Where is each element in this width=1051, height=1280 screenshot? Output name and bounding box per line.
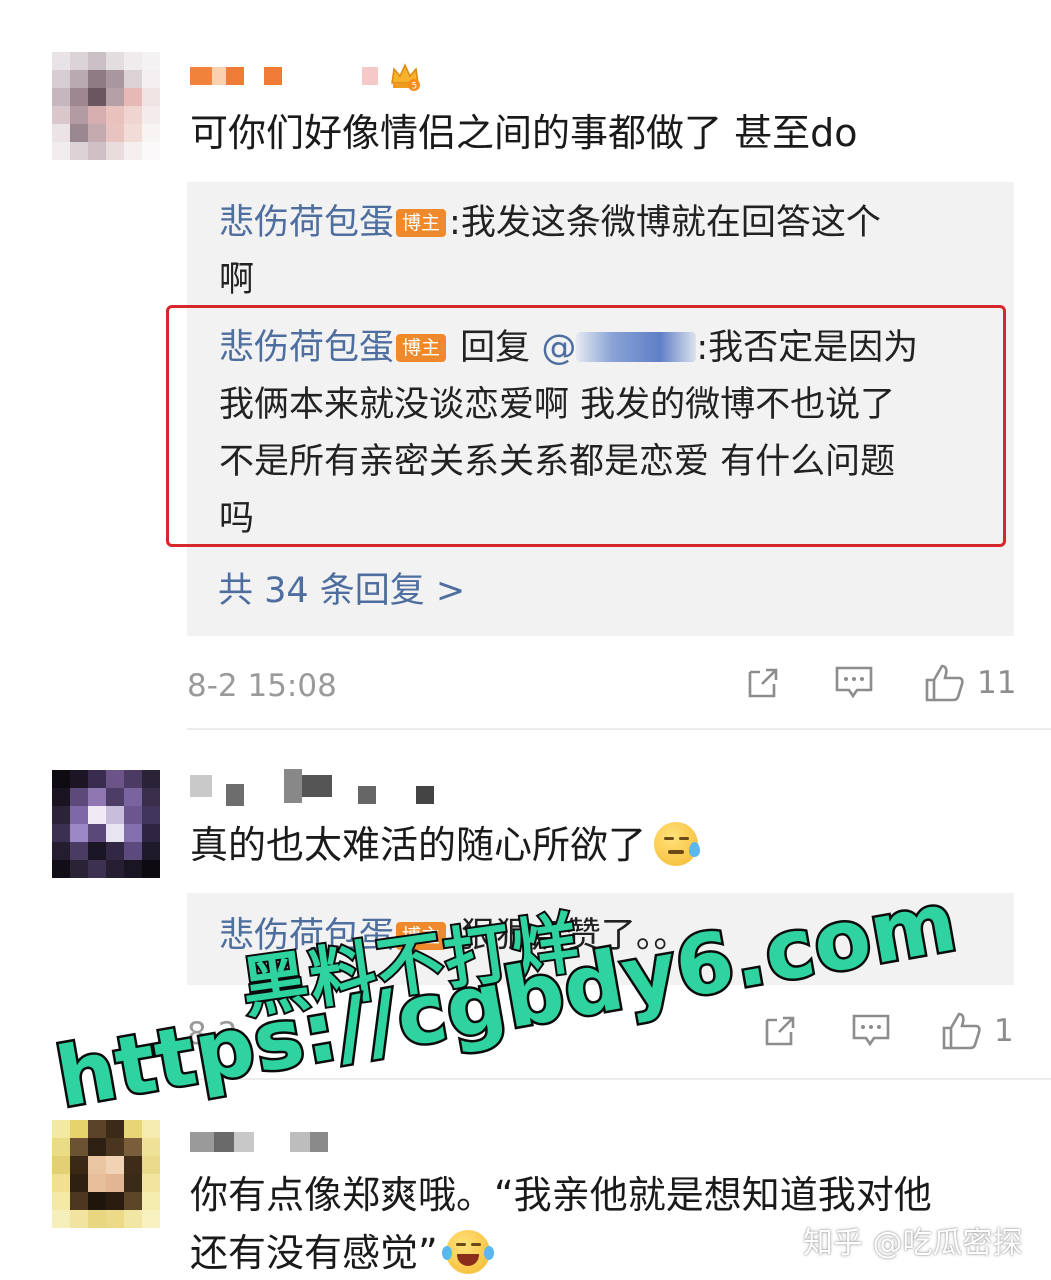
source-credit: 知乎 @吃瓜密探 [803,1226,1023,1261]
comment-text-content: 真的也太难活的随心所欲了 [190,823,647,867]
like-button[interactable]: 11 [923,662,1016,704]
highlight-frame [166,305,1006,547]
like-count: 1 [994,1013,1014,1049]
avatar[interactable] [52,770,160,878]
comment-icon [835,666,873,699]
like-icon [942,1012,981,1050]
avatar[interactable] [52,1120,160,1228]
comment-text: 可你们好像情侣之间的事都做了 甚至do [190,111,858,155]
comment-button[interactable] [833,662,875,702]
comment-text-line-1: 你有点像郑爽哦。“我亲他就是想知道我对他 [190,1173,932,1217]
like-count: 11 [977,665,1017,701]
laugh-cry-emoji-icon [441,1230,494,1274]
reply-author[interactable]: 悲伤荷包蛋 [219,203,394,243]
reply-text-continued: 啊 [219,260,255,300]
share-icon [748,668,778,698]
avatar[interactable] [52,52,160,160]
share-button[interactable] [759,1010,799,1050]
divider [187,728,1051,730]
svg-text:5: 5 [412,82,418,92]
comment-meta: 8-2 15:08 11 [187,660,1016,710]
like-icon [925,664,964,702]
blogger-badge: 博主 [396,209,447,237]
username-redacted[interactable] [190,769,434,806]
comment-button[interactable] [850,1010,892,1050]
like-button[interactable]: 1 [940,1010,1014,1052]
comment-text: 真的也太难活的随心所欲了 [190,818,701,872]
sleepy-sweat-emoji-icon [654,822,701,866]
timestamp: 8-2 15:08 [187,668,337,704]
username-redacted[interactable] [190,1128,328,1156]
comment-text-line-2: 还有没有感觉” [190,1231,438,1275]
comment-icon [852,1014,890,1047]
username-redacted[interactable]: 5 [190,59,422,93]
crown-vip-icon: 5 [388,59,422,93]
reply-text: :我发这条微博就在回答这个 [449,203,881,243]
more-replies-link[interactable]: 共 34 条回复 > [218,562,465,613]
share-icon [765,1016,795,1046]
share-button[interactable] [742,662,782,702]
reply-item[interactable]: 悲伤荷包蛋 博主:我发这条微博就在回答这个 啊 [219,195,967,309]
